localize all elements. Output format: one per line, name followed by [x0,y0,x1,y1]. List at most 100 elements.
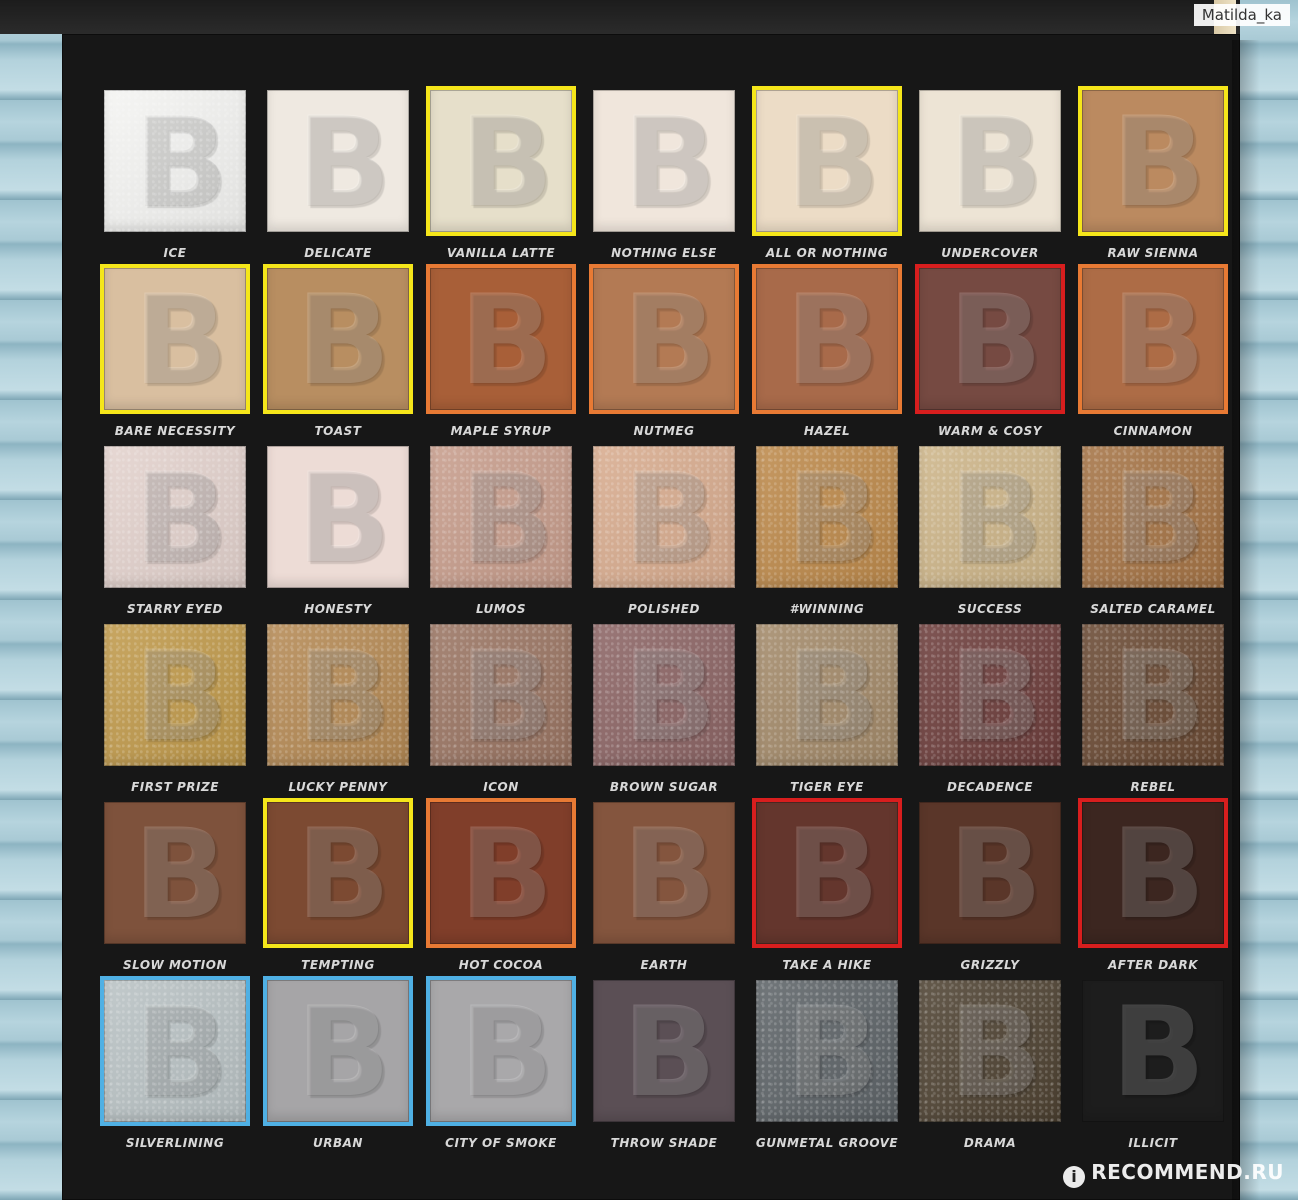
shade-cell: B TAKE A HIKE [752,798,902,988]
emboss-letter: B [949,626,1044,766]
shade-cell: B HAZEL [752,264,902,454]
shade-cell: B BARE NECESSITY [100,264,250,454]
shade-name: WARM & COSY [938,424,1042,438]
shade-cell: B ALL OR NOTHING [752,86,902,276]
shade-cell: B EARTH [589,798,739,988]
shade-name: TIGER EYE [790,780,864,794]
shade-swatch: B [593,802,735,944]
emboss-letter: B [297,982,392,1122]
emboss-letter: B [623,804,718,944]
shade-cell: B DRAMA [915,976,1065,1166]
emboss-letter: B [297,92,392,232]
emboss-letter: B [460,448,555,588]
emboss-letter: B [134,982,229,1122]
shade-name: BROWN SUGAR [609,780,719,794]
emboss-letter: B [134,626,229,766]
shade-swatch: B [919,624,1061,766]
shade-cell: B SALTED CARAMEL [1078,442,1228,632]
shade-swatch: B [430,802,572,944]
emboss-letter: B [623,92,718,232]
shade-pan-highlight-blue: B [426,976,576,1126]
palette-shadow [1232,40,1260,1200]
shade-pan: B [263,442,413,592]
shade-swatch: B [267,90,409,232]
shade-pan-highlight-yellow: B [100,264,250,414]
emboss-letter: B [297,804,392,944]
shade-swatch: B [593,446,735,588]
shade-pan-highlight-orange: B [752,264,902,414]
shade-swatch: B [1082,802,1224,944]
shade-name: UNDERCOVER [941,246,1039,260]
shade-swatch: B [593,90,735,232]
shade-swatch: B [593,268,735,410]
shade-name: SUCCESS [957,602,1023,616]
shade-cell: B ICON [426,620,576,810]
shade-name: TOAST [314,424,362,438]
shade-cell: B CITY OF SMOKE [426,976,576,1166]
shade-name: ICON [483,780,519,794]
emboss-letter: B [134,270,229,410]
shade-pan: B [426,620,576,770]
shade-swatch: B [267,268,409,410]
shade-pan: B [426,442,576,592]
shade-swatch: B [430,446,572,588]
emboss-letter: B [1112,270,1207,410]
shade-pan-highlight-orange: B [589,264,739,414]
shade-swatch: B [430,268,572,410]
watermark-username: Matilda_ka [1193,4,1290,26]
shade-name: ALL OR NOTHING [765,246,889,260]
shade-name: POLISHED [628,602,700,616]
emboss-letter: B [949,804,1044,944]
shade-name: GRIZZLY [960,958,1020,972]
shade-swatch: B [267,980,409,1122]
shade-cell: B ILLICIT [1078,976,1228,1166]
shade-swatch: B [756,90,898,232]
emboss-letter: B [1112,804,1207,944]
shade-cell: B BROWN SUGAR [589,620,739,810]
shade-swatch: B [430,90,572,232]
shade-pan: B [589,976,739,1126]
shade-cell: B RAW SIENNA [1078,86,1228,276]
shade-pan: B [100,442,250,592]
emboss-letter: B [1112,92,1207,232]
emboss-letter: B [623,982,718,1122]
shade-name: REBEL [1130,780,1176,794]
shade-pan-highlight-yellow: B [1078,86,1228,236]
emboss-letter: B [786,270,881,410]
shade-swatch: B [267,446,409,588]
emboss-letter: B [460,804,555,944]
shade-pan-highlight-yellow: B [752,86,902,236]
shade-swatch: B [919,802,1061,944]
shade-swatch: B [593,624,735,766]
shade-cell: B AFTER DARK [1078,798,1228,988]
emboss-letter: B [460,270,555,410]
emboss-letter: B [786,626,881,766]
emboss-letter: B [1112,982,1207,1122]
emboss-letter: B [297,448,392,588]
emboss-letter: B [297,270,392,410]
shade-pan: B [589,442,739,592]
shade-name: SALTED CARAMEL [1090,602,1216,616]
shade-pan-highlight-red: B [915,264,1065,414]
shade-swatch: B [104,90,246,232]
shade-cell: B CINNAMON [1078,264,1228,454]
shade-cell: B MAPLE SYRUP [426,264,576,454]
shade-name: STARRY EYED [127,602,223,616]
shade-pan: B [263,86,413,236]
shade-name: HONESTY [304,602,372,616]
emboss-letter: B [786,448,881,588]
shade-name: RAW SIENNA [1107,246,1199,260]
shade-name: TEMPTING [301,958,375,972]
shade-swatch: B [919,90,1061,232]
emboss-letter: B [297,626,392,766]
emboss-letter: B [949,982,1044,1122]
emboss-letter: B [949,448,1044,588]
shade-name: DELICATE [304,246,372,260]
shade-pan: B [100,620,250,770]
shade-pan: B [915,620,1065,770]
shade-name: LUCKY PENNY [288,780,388,794]
shade-cell: B LUMOS [426,442,576,632]
shade-cell: B DECADENCE [915,620,1065,810]
shade-cell: B TEMPTING [263,798,413,988]
palette-lid [0,0,1240,34]
